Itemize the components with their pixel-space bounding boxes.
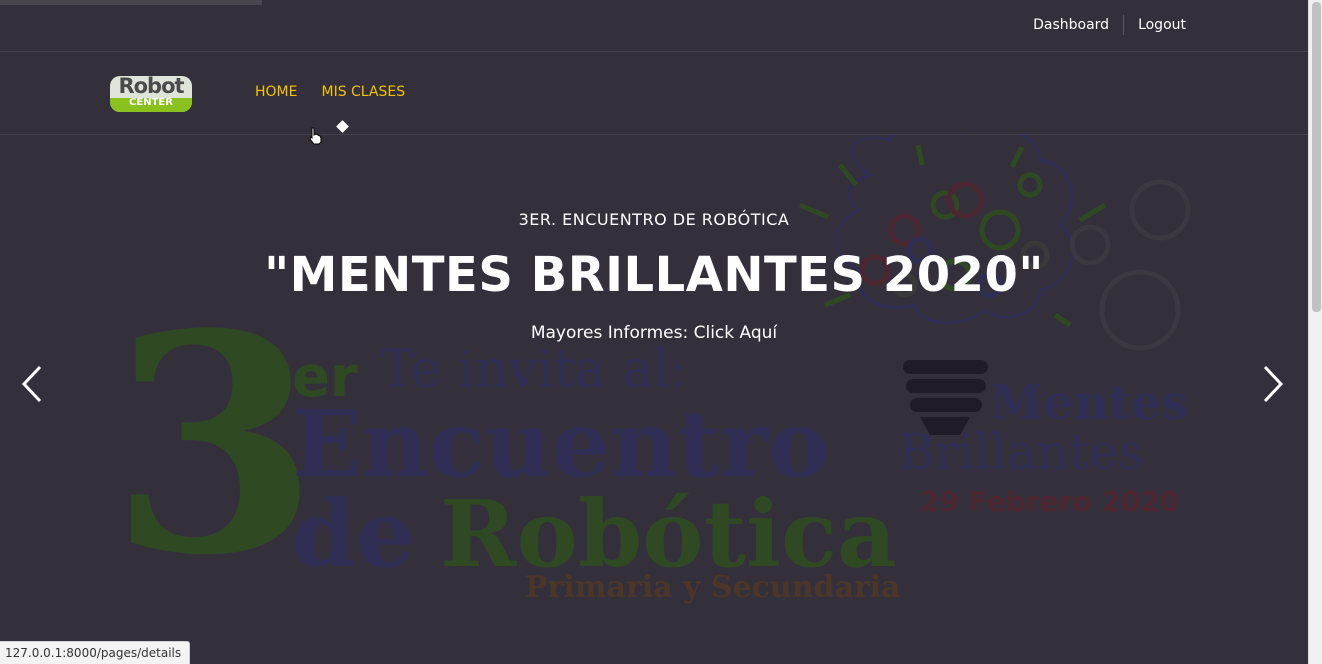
chevron-left-icon (21, 365, 42, 403)
hero-kicker: 3ER. ENCUENTRO DE ROBÓTICA (518, 210, 790, 229)
hero-info-link[interactable]: Mayores Informes: Click Aquí (0, 323, 1308, 343)
hand-pointer-cursor-icon (308, 127, 322, 149)
top-bar-links: Dashboard Logout (1019, 14, 1200, 36)
top-bar: Dashboard Logout (0, 0, 1308, 52)
logo-word-center: CENTER (129, 97, 173, 108)
bg-fecha: 29 Febrero 2020 (920, 485, 1180, 518)
carousel-prev-button[interactable] (20, 365, 46, 407)
bg-brillantes: Brillantes (898, 423, 1144, 481)
robot-center-logo[interactable]: Robot CENTER (110, 76, 192, 112)
status-bar-url: 127.0.0.1:8000/pages/details (0, 641, 191, 664)
nav-links: HOME MIS CLASES (255, 83, 429, 101)
carousel-next-button[interactable] (1259, 365, 1285, 407)
hero-carousel: 3 er Te invita al: Encuentro de Robótica… (0, 135, 1308, 664)
chevron-right-icon (1263, 365, 1284, 403)
hero-title: "MENTES BRILLANTES 2020" (264, 247, 1044, 303)
logout-link[interactable]: Logout (1124, 14, 1200, 36)
nav-item-home[interactable]: HOME (255, 83, 297, 101)
main-navbar: Robot CENTER HOME MIS CLASES (0, 52, 1308, 135)
bg-de: de (292, 480, 415, 588)
bg-primaria-secundaria: Primaria y Secundaria (525, 570, 901, 605)
scrollbar-thumb[interactable] (1312, 2, 1321, 312)
nav-item-mis-clases[interactable]: MIS CLASES (321, 83, 405, 101)
logo-word-robot: Robot (118, 76, 184, 98)
vertical-scrollbar[interactable] (1308, 0, 1322, 664)
dashboard-link[interactable]: Dashboard (1019, 14, 1123, 36)
